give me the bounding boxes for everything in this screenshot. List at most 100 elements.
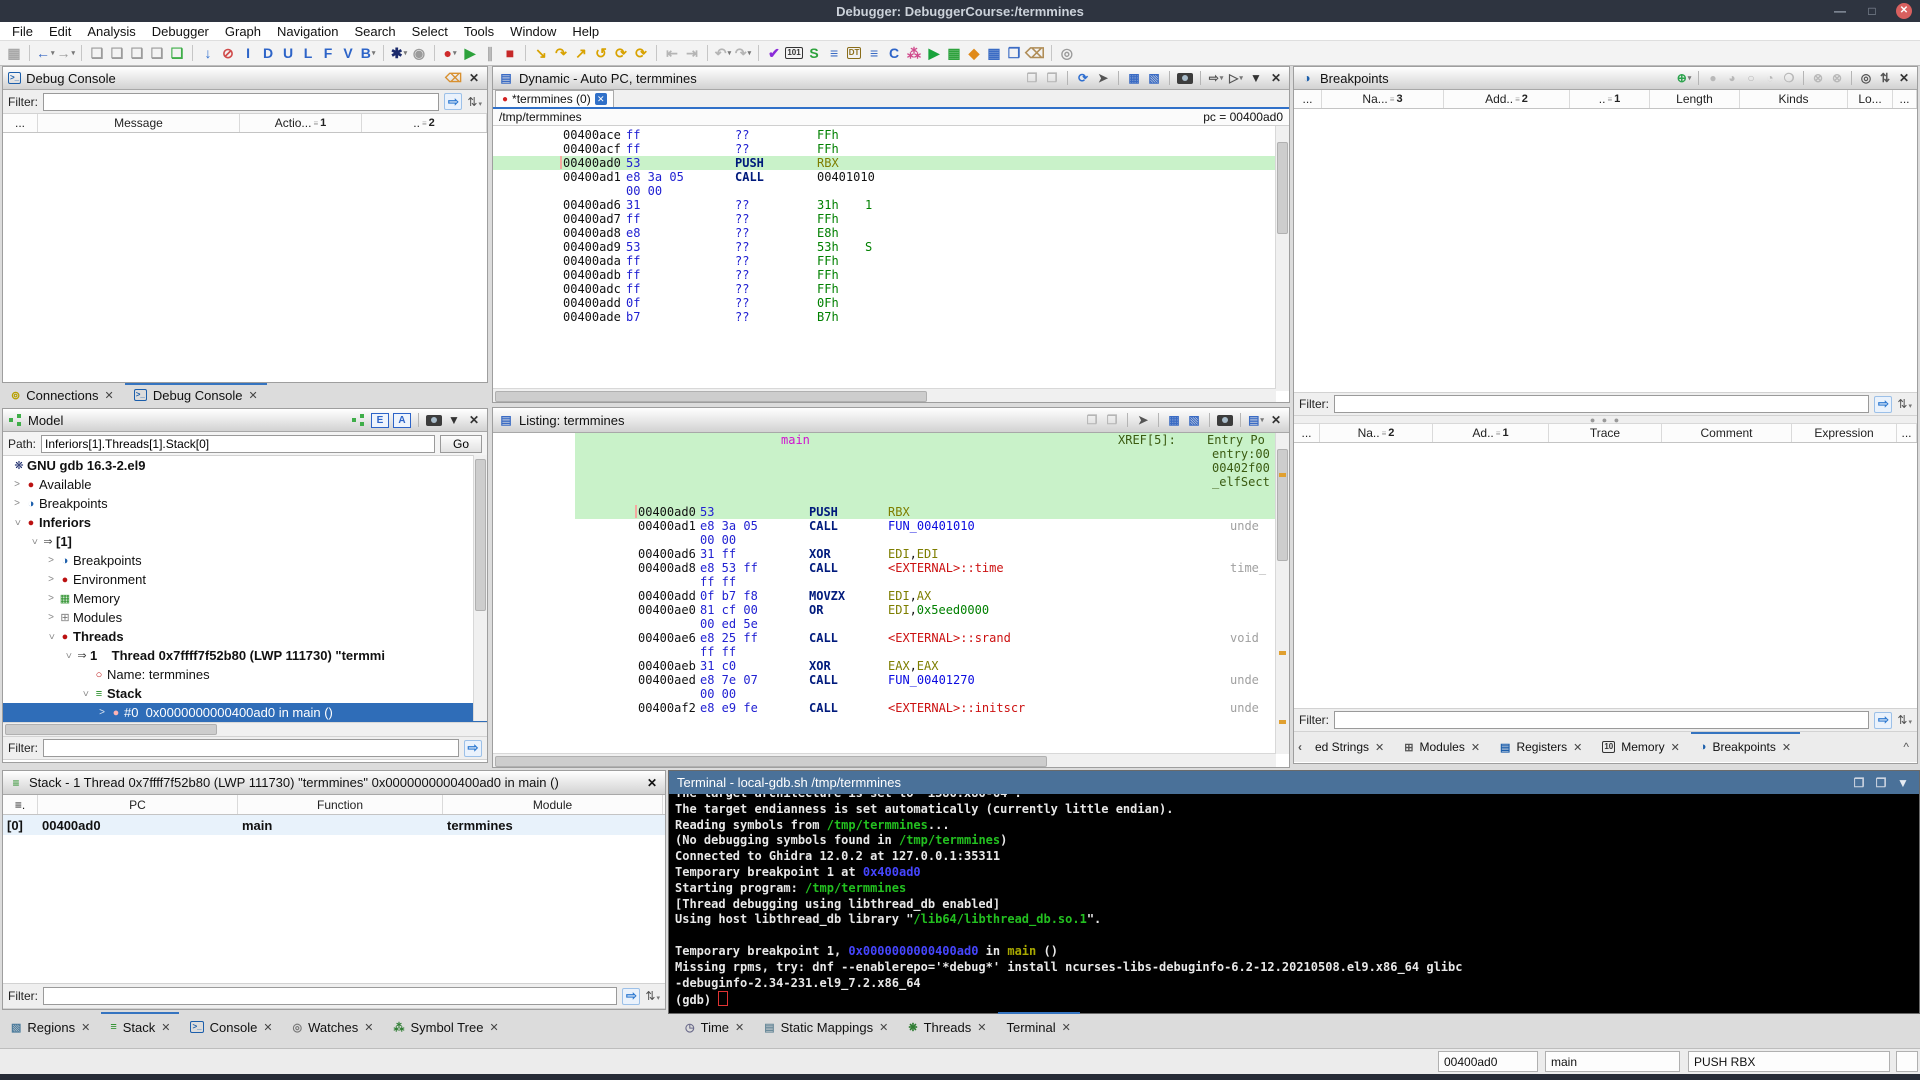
tab-static-mappings[interactable]: ▤ Static Mappings ✕: [755, 1012, 897, 1042]
column-header-function[interactable]: Function: [238, 795, 443, 814]
label-l-icon[interactable]: L: [299, 43, 317, 63]
column-header-[interactable]: ≡.: [3, 795, 38, 814]
filter-settings-icon[interactable]: ⇅▾: [467, 95, 482, 109]
menu-select[interactable]: Select: [404, 23, 456, 40]
listing2-icon[interactable]: ≡: [865, 43, 883, 63]
navigate-back-icon[interactable]: ← ▾: [36, 43, 55, 63]
kill-icon[interactable]: ■: [501, 43, 519, 63]
stack-frame-row[interactable]: [0] 00400ad0 main termmines: [3, 815, 665, 835]
filter-settings-icon[interactable]: ⇅▾: [1897, 713, 1912, 727]
close-tab-icon[interactable]: ✕: [977, 1021, 986, 1034]
listing-hscrollbar[interactable]: [493, 753, 1276, 767]
breakpoints-filter-input[interactable]: [1334, 395, 1870, 413]
validate-icon[interactable]: ✔: [765, 43, 783, 63]
tabs-collapse-icon[interactable]: ^: [1895, 732, 1917, 762]
close-tab-icon[interactable]: ✕: [1375, 741, 1384, 754]
menu-analysis[interactable]: Analysis: [79, 23, 143, 40]
close-tab-icon[interactable]: ✕: [161, 1021, 170, 1034]
function-call-trees-icon[interactable]: ⁂: [905, 43, 923, 63]
disassembly-row-00400adc[interactable]: 00400adc ff?? FFh: [493, 282, 1289, 296]
disassembly-row-00400ada[interactable]: 00400ada ff?? FFh: [493, 254, 1289, 268]
close-tab-icon[interactable]: ✕: [1062, 1021, 1071, 1034]
tab-console[interactable]: >_ Console ✕: [181, 1012, 281, 1042]
menu-tools[interactable]: Tools: [456, 23, 502, 40]
import-file-icon[interactable]: ❏: [88, 43, 106, 63]
column-header-na[interactable]: Na.. ≡ 2: [1320, 424, 1433, 442]
column-header-add[interactable]: Add.. ≡ 2: [1444, 90, 1570, 108]
tree-item--1-[interactable]: > ⇒ [1]: [3, 532, 487, 551]
disable-breakpoint-icon[interactable]: ○: [1743, 70, 1759, 86]
elements-icon[interactable]: E: [371, 412, 389, 428]
close-tab-icon[interactable]: ✕: [1782, 741, 1791, 754]
regex-filter-icon[interactable]: ⇨: [622, 987, 641, 1005]
disassembly-row-00400ae0[interactable]: 00400ae0 81 cf 00 OR EDI, 0x5eed0000: [493, 603, 1289, 617]
step-last-icon[interactable]: ↺: [592, 43, 610, 63]
disassembly-row-00400ad8[interactable]: 00400ad8 e8?? E8h: [493, 226, 1289, 240]
register-table-icon[interactable]: ❐: [1005, 43, 1023, 63]
sweep-icon[interactable]: ⌫: [1025, 43, 1045, 63]
close-tab-icon[interactable]: ✕: [263, 1021, 272, 1034]
tab-breakpoints[interactable]: ◑ Breakpoints ✕: [1690, 732, 1801, 762]
column-header-ad[interactable]: Ad.. ≡ 1: [1433, 424, 1549, 442]
tab-threads[interactable]: ❋ Threads ✕: [899, 1012, 995, 1042]
track-location-icon[interactable]: ▦: [1166, 412, 1182, 428]
undefine-u-icon[interactable]: U: [279, 43, 297, 63]
tree-item-environment[interactable]: > ● Environment: [3, 570, 487, 589]
terminal-output[interactable]: The target architecture is set to "i386:…: [669, 794, 1919, 1013]
save-icon[interactable]: ▦: [5, 43, 23, 63]
dynamic-hscrollbar[interactable]: [493, 388, 1276, 402]
close-icon[interactable]: ✕: [644, 775, 660, 791]
skip-forward-icon[interactable]: ⇥: [683, 43, 701, 63]
close-tab-icon[interactable]: ✕: [1471, 741, 1480, 754]
disassembly-row-00400add[interactable]: 00400add 0f?? 0Fh: [493, 296, 1289, 310]
menu-file[interactable]: File: [4, 23, 41, 40]
track-pc-icon[interactable]: ▦: [1126, 70, 1142, 86]
script-manager-icon[interactable]: S: [805, 43, 823, 63]
model-vscrollbar[interactable]: [473, 455, 487, 721]
enable-breakpoint-icon[interactable]: ●: [1705, 70, 1721, 86]
disassembly-row-00400acf[interactable]: 00400acf ff?? FFh: [493, 142, 1289, 156]
tree-item-memory[interactable]: > ▦ Memory: [3, 589, 487, 608]
disassembly-row-00400ad0[interactable]: 00400ad0 53 PUSH RBX: [493, 505, 1289, 519]
tree-item-threads[interactable]: > ● Threads: [3, 627, 487, 646]
byte-viewer-icon[interactable]: ▦: [985, 43, 1003, 63]
column-header-[interactable]: ...: [1294, 90, 1322, 108]
column-header-comment[interactable]: Comment: [1662, 424, 1792, 442]
column-header-na[interactable]: Na... ≡ 3: [1322, 90, 1444, 108]
close-icon[interactable]: ✕: [1896, 70, 1912, 86]
filter-settings-icon[interactable]: ⇅▾: [1897, 397, 1912, 411]
disassembly-row-00400ad6[interactable]: 00400ad6 31?? 31h 1: [493, 198, 1289, 212]
step-over-icon[interactable]: ↷: [552, 43, 570, 63]
diff-view-icon[interactable]: ▧: [1186, 412, 1202, 428]
tab-stack[interactable]: ≡ Stack ✕: [101, 1012, 180, 1042]
regex-filter-icon[interactable]: ⇨: [1874, 395, 1893, 413]
disassembly-row-00400aed[interactable]: 00400aed e8 7e 07 CALL FUN_00401270 unde: [493, 673, 1289, 687]
column-header-[interactable]: ...: [3, 114, 38, 132]
decompiler-icon[interactable]: C: [885, 43, 903, 63]
connections-icon[interactable]: ◉: [410, 43, 428, 63]
close-window-icon[interactable]: ✕: [1896, 3, 1912, 19]
debug-console-filter-input[interactable]: [43, 92, 440, 111]
tab-terminal[interactable]: Terminal ✕: [997, 1012, 1080, 1042]
column-header-[interactable]: ...: [1893, 90, 1917, 108]
go-button[interactable]: Go: [439, 434, 482, 453]
disassembly-row-00400ad1[interactable]: 00400ad1 e8 3a 05 CALL 00401010: [493, 170, 1289, 184]
column-header-[interactable]: ...: [1294, 424, 1320, 442]
step-loop2-icon[interactable]: ⟳: [632, 43, 650, 63]
tab-regions[interactable]: ▧ Regions ✕: [2, 1012, 99, 1042]
resume-icon[interactable]: ▶: [461, 43, 479, 63]
compare-icon[interactable]: ▧: [1146, 70, 1162, 86]
data-type-manager-icon[interactable]: DT: [845, 43, 863, 63]
step-loop1-icon[interactable]: ⟳: [612, 43, 630, 63]
tree-item-stack[interactable]: > ≡ Stack: [3, 684, 487, 703]
tab-debug-console[interactable]: >_ Debug Console ✕: [124, 383, 267, 407]
bookmark-b-icon[interactable]: B ▾: [359, 43, 377, 63]
column-header-[interactable]: ...: [1897, 424, 1917, 442]
menu-graph[interactable]: Graph: [217, 23, 269, 40]
disassembly-row-00400ad6[interactable]: 00400ad6 31 ff XOR EDI, EDI: [493, 547, 1289, 561]
panel-menu-icon[interactable]: ▼: [1248, 70, 1264, 86]
model-path-input[interactable]: [41, 434, 435, 453]
debug-console-body[interactable]: [3, 133, 487, 382]
go-to-icon[interactable]: ↓: [199, 43, 217, 63]
redo-icon[interactable]: ↷ ▾: [734, 43, 752, 63]
